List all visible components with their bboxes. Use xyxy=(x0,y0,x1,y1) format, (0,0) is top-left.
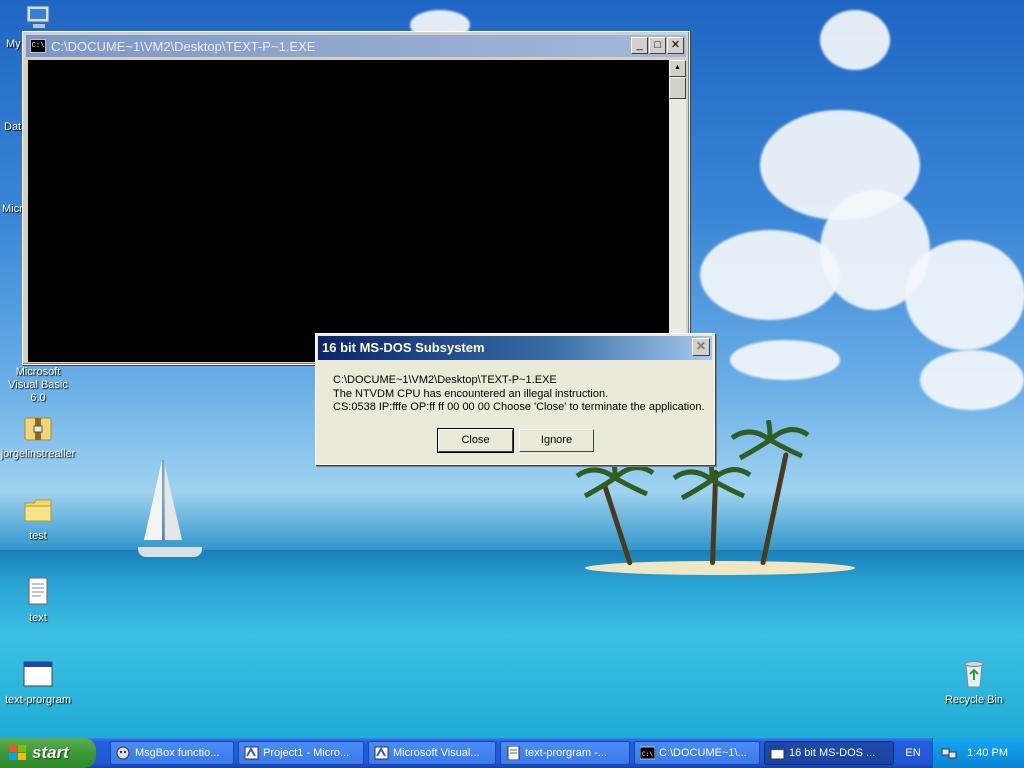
language-indicator[interactable]: EN xyxy=(898,738,928,768)
application-window-icon xyxy=(23,661,53,687)
maximize-button[interactable]: □ xyxy=(649,37,666,54)
close-button[interactable]: Close xyxy=(437,428,514,453)
folder-icon xyxy=(24,499,52,522)
cmd-icon: C:\ xyxy=(640,746,655,760)
dialog-titlebar[interactable]: 16 bit MS-DOS Subsystem xyxy=(318,336,712,360)
system-tray: 1:40 PM xyxy=(932,738,1024,768)
taskbar-item-msgbox[interactable]: MsgBox functio... xyxy=(110,741,234,765)
taskbar-item-label: 16 bit MS-DOS ... xyxy=(789,747,876,759)
palm-tree xyxy=(730,420,810,460)
desktop-icon-label: test xyxy=(29,530,47,542)
dialog-message: C:\DOCUME~1\VM2\Desktop\TEXT-P~1.EXE The… xyxy=(333,374,713,415)
dialog-close-button[interactable]: ✕ xyxy=(692,338,710,356)
svg-text:C:\: C:\ xyxy=(642,751,653,758)
taskbar-item-visual-basic[interactable]: Microsoft Visual... xyxy=(368,741,496,765)
vb-project-icon xyxy=(244,746,259,760)
desktop-icon-label: text-prorgram xyxy=(4,694,72,706)
console-window[interactable]: C:\ C:\DOCUME~1\VM2\Desktop\TEXT-P~1.EXE… xyxy=(22,31,690,365)
start-label: start xyxy=(32,743,69,762)
vb-ide-icon xyxy=(374,746,389,760)
scroll-thumb[interactable] xyxy=(669,77,686,99)
console-title: C:\DOCUME~1\VM2\Desktop\TEXT-P~1.EXE xyxy=(51,38,316,54)
vertical-scrollbar[interactable]: ▲ xyxy=(669,60,686,362)
window-icon xyxy=(770,746,785,760)
desktop-icon-jorgelinstrealler[interactable]: jorgelinstrealler xyxy=(0,412,76,461)
cmd-icon: C:\ xyxy=(30,39,46,53)
notepad-icon xyxy=(507,746,520,760)
minimize-button[interactable]: _ xyxy=(631,37,648,54)
dialog-message-path: C:\DOCUME~1\VM2\Desktop\TEXT-P~1.EXE xyxy=(333,374,557,386)
desktop-icon-label: jorgelinstrealler xyxy=(0,448,76,460)
taskbar-item-label: Project1 - Micro... xyxy=(263,747,350,759)
zip-folder-icon xyxy=(24,417,52,441)
console-output-area[interactable] xyxy=(28,60,669,362)
taskbar-item-ms-dos-subsystem[interactable]: 16 bit MS-DOS ... xyxy=(764,741,894,765)
desktop-icon-data-label[interactable]: Dat xyxy=(4,121,21,133)
close-button[interactable]: ✕ xyxy=(667,37,684,54)
palm-tree xyxy=(672,460,752,500)
desktop-icon-label: Microsoft Visual Basic 6.0 xyxy=(8,366,68,404)
taskbar-item-label: Microsoft Visual... xyxy=(393,747,480,759)
taskbar-item-label: text-prorgram -... xyxy=(525,747,607,759)
recycle-bin-icon xyxy=(964,661,984,688)
desktop-icon-label: Recycle Bin xyxy=(944,694,1004,706)
vb-help-icon xyxy=(116,746,130,760)
taskbar-item-label: C:\DOCUME~1\... xyxy=(659,747,747,759)
taskbar: start MsgBox functio... Project1 - Micro… xyxy=(0,738,1024,768)
desktop-icon-visual-basic[interactable]: Microsoft Visual Basic 6.0 xyxy=(0,366,76,405)
desktop-icon-text[interactable]: text xyxy=(0,576,76,625)
ms-dos-subsystem-dialog[interactable]: 16 bit MS-DOS Subsystem ✕ C:\DOCUME~1\VM… xyxy=(315,333,715,465)
clock[interactable]: 1:40 PM xyxy=(967,738,1008,768)
desktop-icon-text-prorgram[interactable]: text-prorgram xyxy=(0,658,76,707)
desktop-icon-label: text xyxy=(29,612,47,624)
desktop-icon-my-computer-label[interactable]: My xyxy=(6,38,21,50)
taskbar-item-project1[interactable]: Project1 - Micro... xyxy=(238,741,364,765)
my-computer-icon[interactable] xyxy=(24,4,54,32)
network-icon[interactable] xyxy=(941,746,957,760)
desktop-icon-test[interactable]: test xyxy=(0,494,76,543)
scroll-up-arrow-icon[interactable]: ▲ xyxy=(669,60,686,77)
taskbar-item-console[interactable]: C:\ C:\DOCUME~1\... xyxy=(634,741,760,765)
dialog-message-error: The NTVDM CPU has encountered an illegal… xyxy=(333,387,609,400)
start-button[interactable]: start xyxy=(0,738,96,768)
windows-flag-icon xyxy=(9,745,26,760)
taskbar-item-label: MsgBox functio... xyxy=(135,747,220,759)
sailboat xyxy=(144,460,182,542)
console-titlebar[interactable]: C:\ C:\DOCUME~1\VM2\Desktop\TEXT-P~1.EXE… xyxy=(26,35,686,57)
desktop-icon-recycle-bin[interactable]: Recycle Bin xyxy=(936,658,1012,707)
taskbar-item-text-prorgram[interactable]: text-prorgram -... xyxy=(500,741,630,765)
dialog-title: 16 bit MS-DOS Subsystem xyxy=(322,340,485,355)
ignore-button[interactable]: Ignore xyxy=(519,429,594,452)
dialog-message-detail: CS:0538 IP:fffe OP:ff ff 00 00 00 Choose… xyxy=(333,401,705,413)
text-document-icon xyxy=(28,577,48,605)
